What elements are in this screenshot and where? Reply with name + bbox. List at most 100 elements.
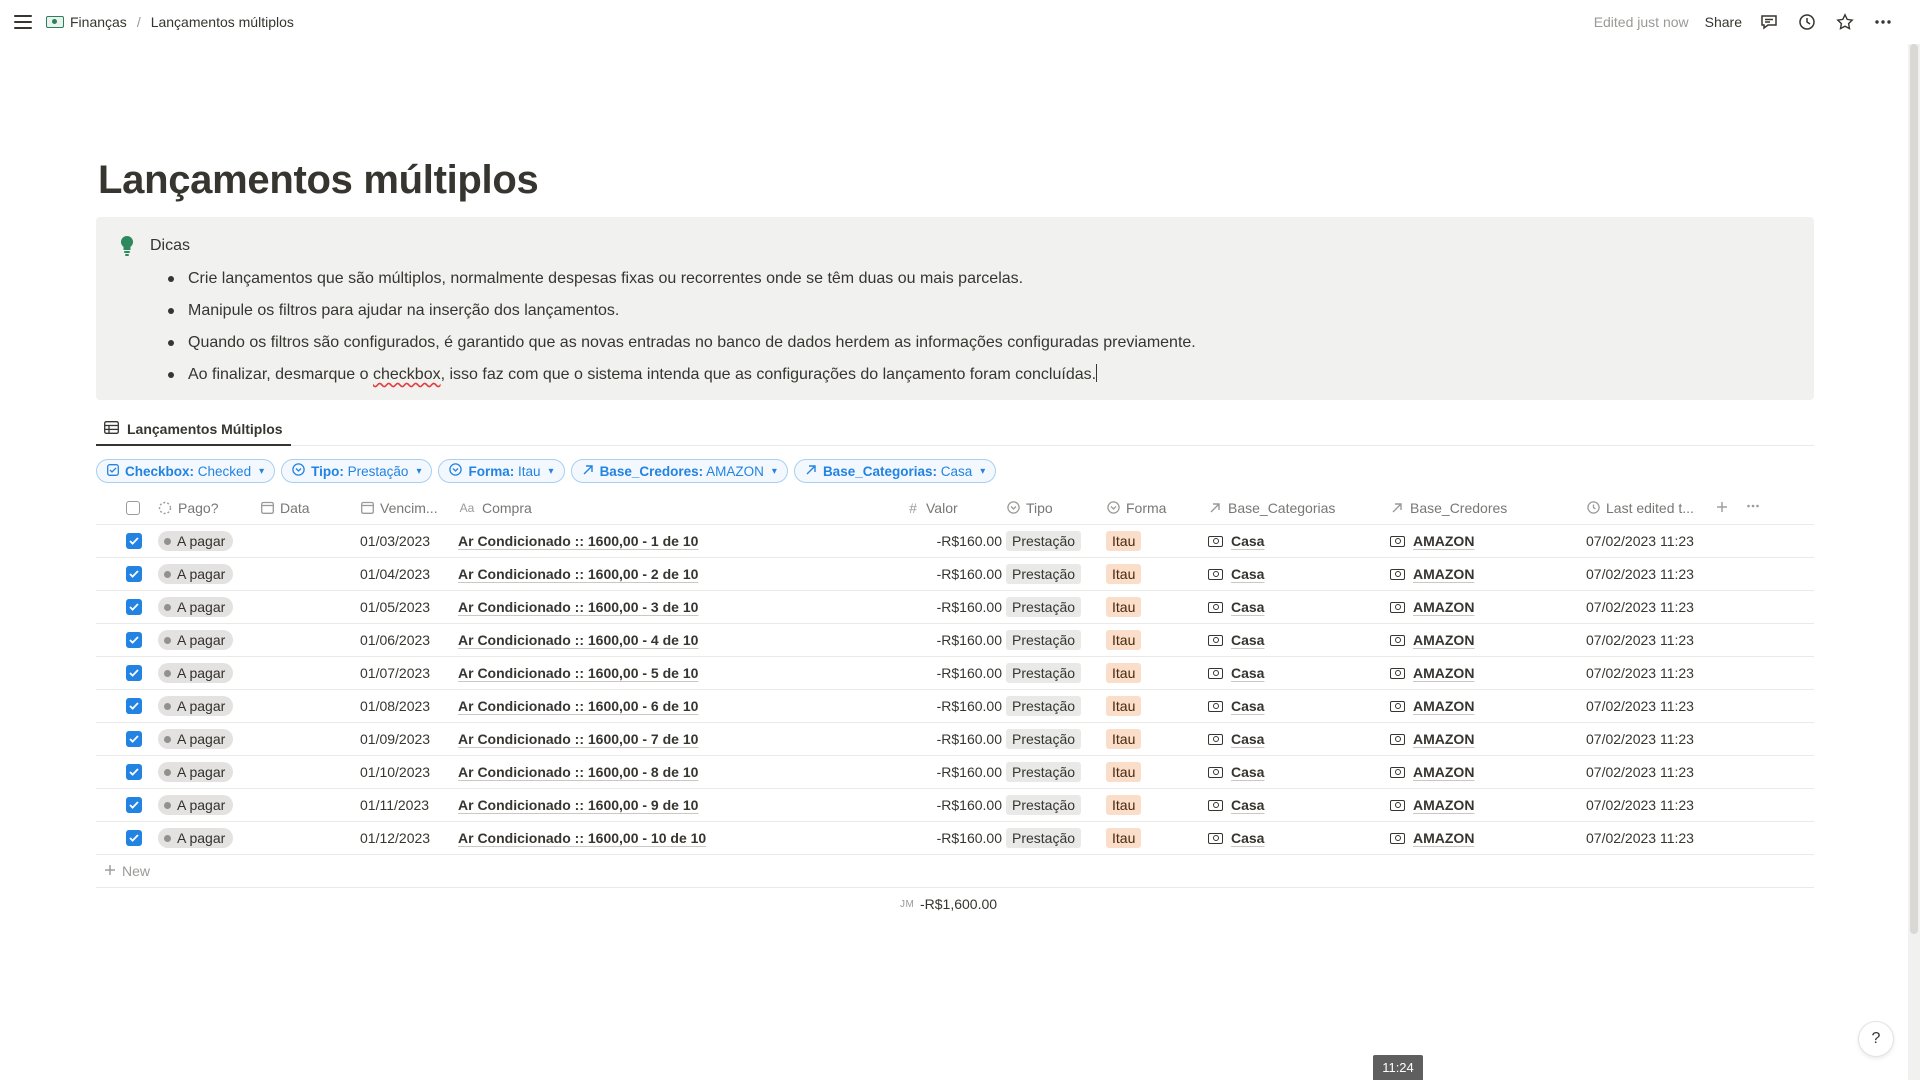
sum-value[interactable]: -R$1,600.00 — [920, 896, 997, 912]
valor-cell[interactable]: -R$160.00 — [916, 756, 1002, 788]
last-edited-cell[interactable]: 07/02/2023 11:23 — [1586, 789, 1694, 821]
credor-cell[interactable]: AMAZON — [1390, 591, 1474, 623]
compra-cell[interactable]: Ar Condicionado :: 1600,00 - 4 de 10 — [458, 624, 698, 656]
tipo-cell[interactable]: Prestação — [1006, 723, 1082, 755]
more-icon[interactable] — [1872, 11, 1894, 33]
filter-chip-tipo[interactable]: Tipo: Prestação ▾ — [281, 459, 433, 483]
compra-cell[interactable]: Ar Condicionado :: 1600,00 - 3 de 10 — [458, 591, 698, 623]
tip-item[interactable]: Manipule os filtros para ajudar na inser… — [162, 295, 1794, 327]
categoria-relation[interactable]: Casa — [1208, 764, 1264, 780]
status-cell[interactable]: A pagar — [158, 690, 234, 722]
row-checkbox[interactable] — [126, 525, 142, 557]
row-checkbox[interactable] — [126, 558, 142, 590]
categoria-relation[interactable]: Casa — [1208, 665, 1264, 681]
row-checkbox[interactable] — [126, 723, 142, 755]
tipo-cell[interactable]: Prestação — [1006, 591, 1082, 623]
credor-relation[interactable]: AMAZON — [1390, 599, 1474, 615]
valor-cell[interactable]: -R$160.00 — [916, 525, 1002, 557]
column-header-base-credores[interactable]: Base_Credores — [1390, 491, 1507, 524]
vencimento-cell[interactable]: 01/11/2023 — [360, 789, 429, 821]
select-all-checkbox[interactable] — [126, 491, 140, 524]
compra-cell[interactable]: Ar Condicionado :: 1600,00 - 2 de 10 — [458, 558, 698, 590]
forma-cell[interactable]: Itau — [1106, 624, 1142, 656]
credor-cell[interactable]: AMAZON — [1390, 558, 1474, 590]
forma-cell[interactable]: Itau — [1106, 723, 1142, 755]
column-header-vencimento[interactable]: Vencim... — [360, 491, 438, 524]
compra-cell[interactable]: Ar Condicionado :: 1600,00 - 10 de 10 — [458, 822, 706, 854]
tipo-cell[interactable]: Prestação — [1006, 525, 1082, 557]
credor-relation[interactable]: AMAZON — [1390, 533, 1474, 549]
row-checkbox[interactable] — [126, 657, 142, 689]
credor-relation[interactable]: AMAZON — [1390, 797, 1474, 813]
tipo-cell[interactable]: Prestação — [1006, 690, 1082, 722]
categoria-cell[interactable]: Casa — [1208, 822, 1264, 854]
compra-title[interactable]: Ar Condicionado :: 1600,00 - 8 de 10 — [458, 764, 698, 780]
forma-cell[interactable]: Itau — [1106, 756, 1142, 788]
tipo-cell[interactable]: Prestação — [1006, 657, 1082, 689]
compra-cell[interactable]: Ar Condicionado :: 1600,00 - 7 de 10 — [458, 723, 698, 755]
last-edited-cell[interactable]: 07/02/2023 11:23 — [1586, 723, 1694, 755]
filter-chip-base-credores[interactable]: Base_Credores: AMAZON ▾ — [570, 459, 788, 483]
tipo-cell[interactable]: Prestação — [1006, 558, 1082, 590]
status-cell[interactable]: A pagar — [158, 624, 234, 656]
compra-cell[interactable]: Ar Condicionado :: 1600,00 - 8 de 10 — [458, 756, 698, 788]
status-cell[interactable]: A pagar — [158, 591, 234, 623]
new-row-button[interactable]: New — [96, 855, 1814, 888]
vertical-scrollbar[interactable] — [1908, 44, 1920, 1080]
credor-cell[interactable]: AMAZON — [1390, 657, 1474, 689]
last-edited-cell[interactable]: 07/02/2023 11:23 — [1586, 624, 1694, 656]
valor-cell[interactable]: -R$160.00 — [916, 723, 1002, 755]
help-button[interactable]: ? — [1858, 1021, 1894, 1057]
table-row[interactable]: A pagar 01/04/2023 Ar Condicionado :: 1600… — [96, 558, 1814, 591]
status-cell[interactable]: A pagar — [158, 657, 234, 689]
table-row[interactable]: A pagar 01/03/2023 Ar Condicionado :: 1600… — [96, 525, 1814, 558]
table-row[interactable]: A pagar 01/10/2023 Ar Condicionado :: 1600… — [96, 756, 1814, 789]
forma-cell[interactable]: Itau — [1106, 558, 1142, 590]
table-row[interactable]: A pagar 01/08/2023 Ar Condicionado :: 1600… — [96, 690, 1814, 723]
status-cell[interactable]: A pagar — [158, 525, 234, 557]
vencimento-cell[interactable]: 01/07/2023 — [360, 657, 430, 689]
column-header-pago[interactable]: Pago? — [158, 491, 218, 524]
categoria-cell[interactable]: Casa — [1208, 690, 1264, 722]
table-row[interactable]: A pagar 01/09/2023 Ar Condicionado :: 1600… — [96, 723, 1814, 756]
row-checkbox[interactable] — [126, 690, 142, 722]
categoria-relation[interactable]: Casa — [1208, 731, 1264, 747]
column-header-tipo[interactable]: Tipo — [1006, 491, 1053, 524]
credor-relation[interactable]: AMAZON — [1390, 566, 1474, 582]
compra-title[interactable]: Ar Condicionado :: 1600,00 - 1 de 10 — [458, 533, 698, 549]
comment-icon[interactable] — [1758, 11, 1780, 33]
vencimento-cell[interactable]: 01/08/2023 — [360, 690, 430, 722]
valor-cell[interactable]: -R$160.00 — [916, 690, 1002, 722]
credor-cell[interactable]: AMAZON — [1390, 723, 1474, 755]
scrollbar-thumb[interactable] — [1910, 44, 1918, 934]
credor-cell[interactable]: AMAZON — [1390, 624, 1474, 656]
tip-item[interactable]: Ao finalizar, desmarque o checkbox, isso… — [162, 359, 1794, 391]
credor-relation[interactable]: AMAZON — [1390, 830, 1474, 846]
filter-chip-base-categorias[interactable]: Base_Categorias: Casa ▾ — [793, 459, 997, 483]
column-header-compra[interactable]: Aa Compra — [458, 491, 532, 524]
row-checkbox[interactable] — [126, 789, 142, 821]
valor-cell[interactable]: -R$160.00 — [916, 789, 1002, 821]
compra-cell[interactable]: Ar Condicionado :: 1600,00 - 1 de 10 — [458, 525, 698, 557]
compra-title[interactable]: Ar Condicionado :: 1600,00 - 6 de 10 — [458, 698, 698, 714]
categoria-relation[interactable]: Casa — [1208, 797, 1264, 813]
compra-title[interactable]: Ar Condicionado :: 1600,00 - 9 de 10 — [458, 797, 698, 813]
vencimento-cell[interactable]: 01/10/2023 — [360, 756, 430, 788]
vencimento-cell[interactable]: 01/06/2023 — [360, 624, 430, 656]
tips-callout[interactable]: Dicas Crie lançamentos que são múltiplos… — [96, 217, 1814, 400]
tipo-cell[interactable]: Prestação — [1006, 756, 1082, 788]
categoria-cell[interactable]: Casa — [1208, 525, 1264, 557]
compra-title[interactable]: Ar Condicionado :: 1600,00 - 10 de 10 — [458, 830, 706, 846]
compra-cell[interactable]: Ar Condicionado :: 1600,00 - 9 de 10 — [458, 789, 698, 821]
last-edited-cell[interactable]: 07/02/2023 11:23 — [1586, 591, 1694, 623]
categoria-cell[interactable]: Casa — [1208, 591, 1264, 623]
categoria-cell[interactable]: Casa — [1208, 723, 1264, 755]
last-edited-cell[interactable]: 07/02/2023 11:23 — [1586, 756, 1694, 788]
table-row[interactable]: A pagar 01/06/2023 Ar Condicionado :: 1600… — [96, 624, 1814, 657]
credor-relation[interactable]: AMAZON — [1390, 731, 1474, 747]
categoria-relation[interactable]: Casa — [1208, 830, 1264, 846]
column-header-forma[interactable]: Forma — [1106, 491, 1166, 524]
row-checkbox[interactable] — [126, 591, 142, 623]
credor-relation[interactable]: AMAZON — [1390, 665, 1474, 681]
categoria-cell[interactable]: Casa — [1208, 624, 1264, 656]
